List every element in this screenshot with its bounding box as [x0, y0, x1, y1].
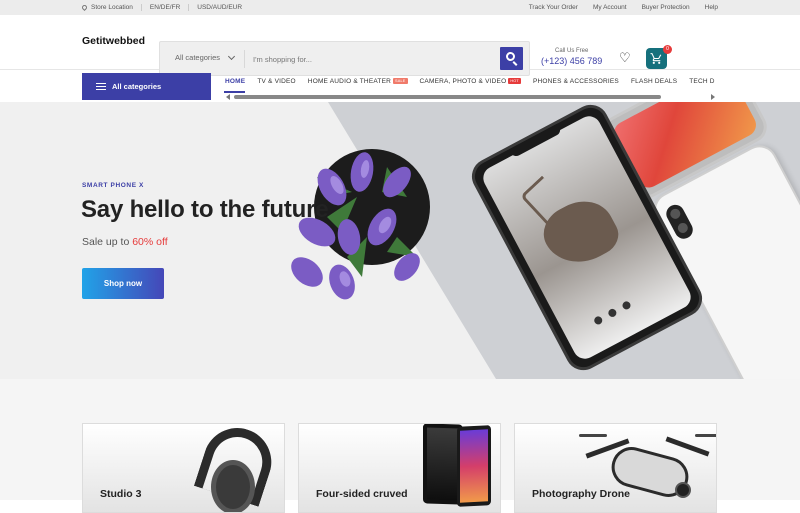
- all-categories-button[interactable]: All categories: [82, 73, 211, 100]
- main-navigation: All categories HOME TV & VIDEO HOME AUDIO …: [0, 71, 800, 102]
- call-us: Call Us Free (+123) 456 789: [541, 48, 602, 66]
- help-link[interactable]: Help: [705, 4, 718, 11]
- arrow-left-icon[interactable]: [226, 94, 230, 100]
- nav-flash-deals[interactable]: FLASH DEALS: [631, 76, 677, 85]
- sale-percent: 60% off: [132, 236, 168, 248]
- sale-tag: SALE: [393, 78, 408, 84]
- search-button[interactable]: [500, 47, 523, 70]
- hero-headline: Say hello to the future: [81, 196, 329, 223]
- product-card-title: Four-sided cruved: [316, 488, 408, 500]
- all-categories-label: All categories: [112, 82, 162, 91]
- my-account-link[interactable]: My Account: [593, 4, 627, 11]
- language-selector[interactable]: EN/DE/FR: [142, 4, 190, 11]
- track-order-link[interactable]: Track Your Order: [529, 4, 578, 11]
- hot-tag: HOT: [508, 78, 521, 84]
- active-nav-indicator: [224, 91, 245, 93]
- nav-tech[interactable]: TECH D: [689, 76, 714, 85]
- search-icon: [506, 52, 515, 61]
- nav-camera-photo[interactable]: CAMERA, PHOTO & VIDEO HOT: [420, 76, 521, 85]
- cart-count-badge: 0: [663, 45, 672, 54]
- hero-eyebrow: SMART PHONE X: [82, 182, 144, 189]
- product-card-title: Photography Drone: [532, 488, 631, 500]
- buyer-protection-link[interactable]: Buyer Protection: [642, 4, 690, 11]
- product-card-title: Studio 3: [100, 488, 142, 500]
- nav-tv-video[interactable]: TV & VIDEO: [257, 76, 295, 85]
- nav-phones[interactable]: PHONES & ACCESSORIES: [533, 76, 619, 85]
- sale-prefix: Sale up to: [82, 236, 130, 248]
- top-bar-left: Store Location EN/DE/FR USD/AUD/EUR: [80, 3, 250, 11]
- nav-home-audio[interactable]: HOME AUDIO & THEATER SALE: [308, 76, 408, 85]
- hero-sale-text: Sale up to 60% off: [82, 236, 168, 248]
- arrow-right-icon[interactable]: [711, 94, 715, 100]
- site-logo[interactable]: Getitwebbed: [82, 35, 145, 47]
- site-header: Getitwebbed All categories Call Us Free …: [0, 15, 800, 76]
- heart-icon[interactable]: ♡: [619, 50, 631, 66]
- call-us-phone[interactable]: (+123) 456 789: [541, 56, 602, 66]
- nav-home[interactable]: HOME: [225, 76, 245, 85]
- top-bar: Store Location EN/DE/FR USD/AUD/EUR Trac…: [0, 0, 800, 15]
- search-category-select[interactable]: All categories: [175, 53, 220, 62]
- store-location-link[interactable]: Store Location: [80, 3, 142, 11]
- nav-links: HOME TV & VIDEO HOME AUDIO & THEATER SALE CA…: [219, 76, 716, 90]
- top-bar-right: Track Your Order My Account Buyer Protec…: [514, 0, 718, 15]
- chevron-down-icon: [227, 52, 236, 61]
- cart-button[interactable]: 0: [646, 45, 672, 69]
- cart-icon: [650, 53, 662, 64]
- menu-icon: [96, 83, 106, 90]
- nav-scrollbar[interactable]: [234, 95, 661, 99]
- location-pin-icon: [80, 3, 89, 11]
- shop-now-button[interactable]: Shop now: [82, 268, 164, 299]
- search-input[interactable]: [253, 51, 483, 67]
- hero-banner: SMART PHONE X Say hello to the future Sa…: [0, 102, 800, 379]
- call-us-label: Call Us Free: [554, 48, 589, 54]
- featured-products: Studio 3 Four-sided cruved Photography D…: [0, 379, 800, 513]
- currency-selector[interactable]: USD/AUD/EUR: [189, 4, 250, 11]
- search-divider: [244, 50, 245, 68]
